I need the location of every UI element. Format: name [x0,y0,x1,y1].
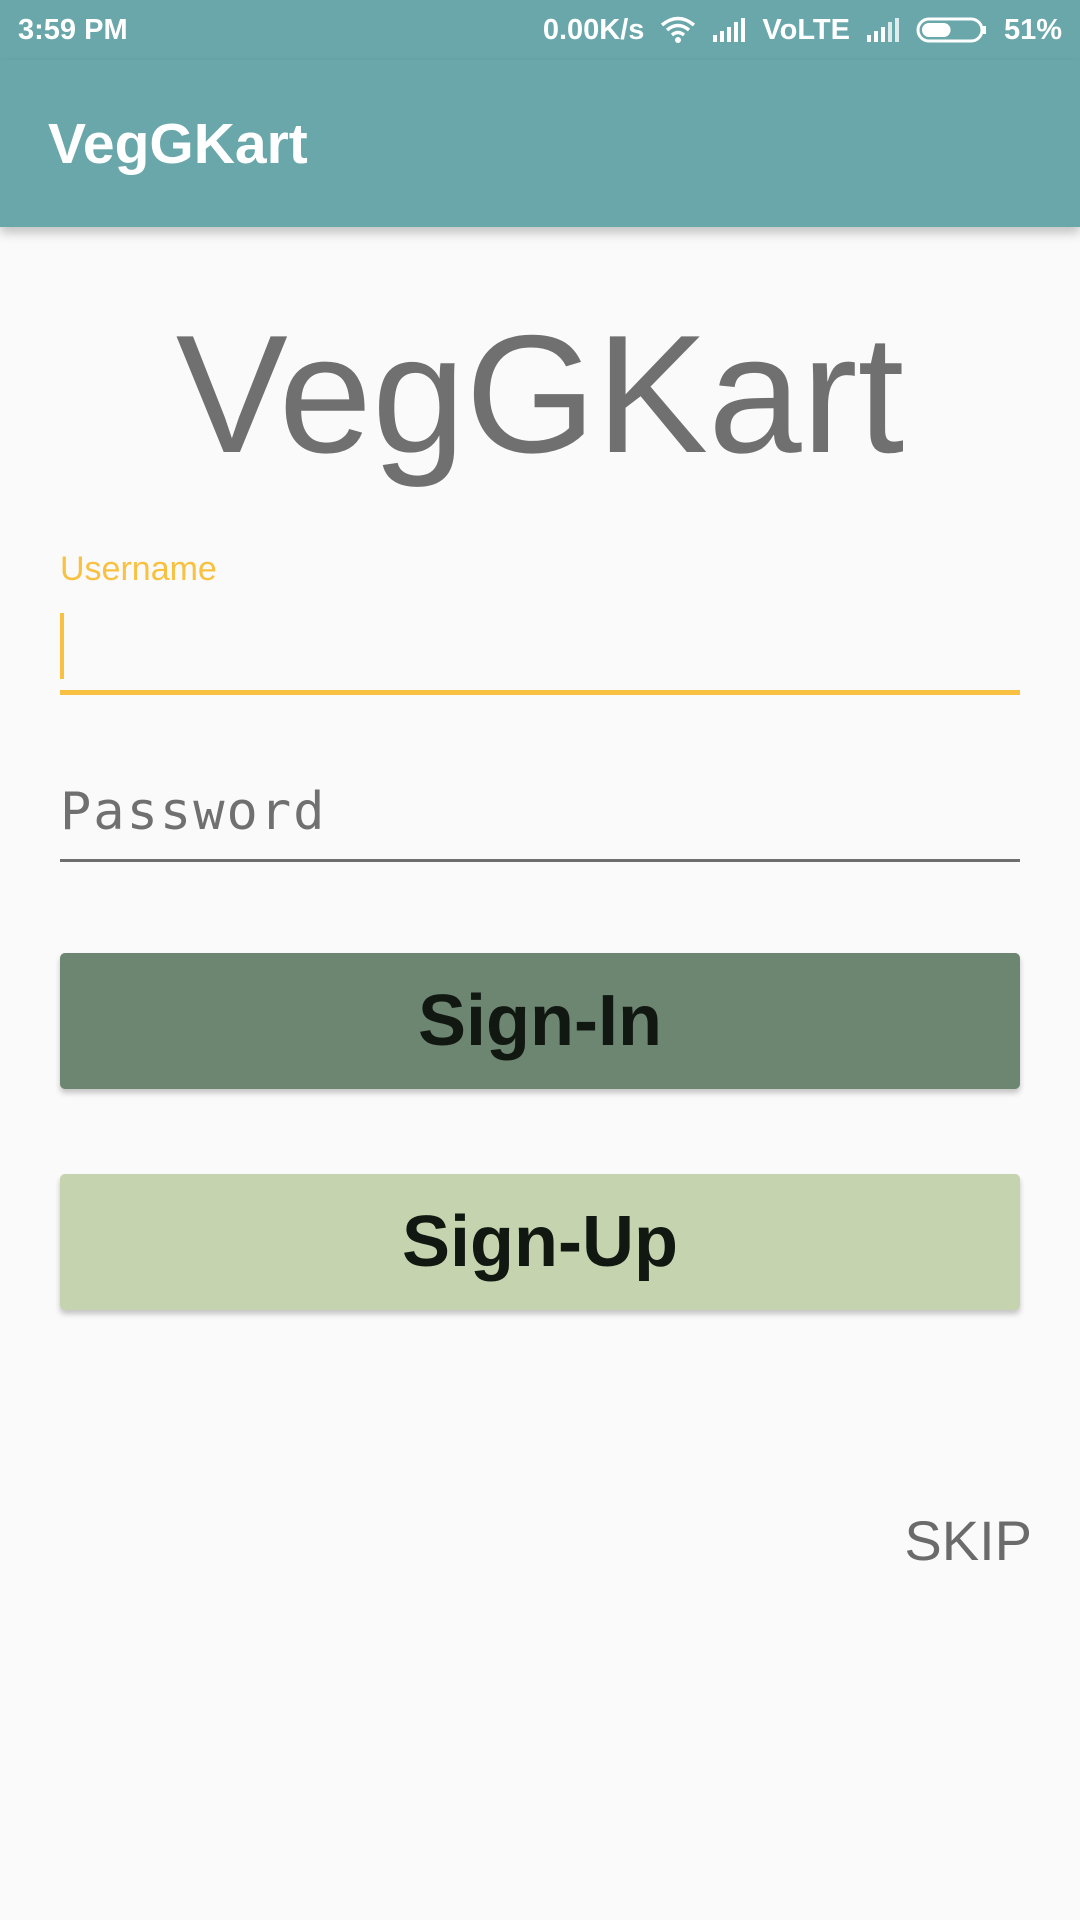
username-label: Username [60,550,217,588]
net-speed: 0.00K/s [542,13,645,46]
skip-button[interactable]: SKIP [904,1508,1032,1573]
status-time: 3:59 PM [18,13,128,46]
battery-percent: 51% [1003,13,1062,46]
sign-up-label: Sign-Up [402,1202,678,1282]
status-indicators: 0.00K/s VoLTE 51% [543,14,1062,47]
text-cursor [60,613,64,679]
sign-up-button[interactable]: Sign-Up [60,1174,1020,1310]
signal-icon [712,17,746,43]
sign-in-button[interactable]: Sign-In [60,953,1020,1089]
sign-in-label: Sign-In [418,981,662,1061]
wifi-icon [660,16,696,44]
network-type: VoLTE [762,13,850,46]
app-bar-title: VegGKart [48,111,308,176]
status-bar: 3:59 PM 0.00K/s VoLTE 51% [0,0,1080,60]
logo-title: VegGKart [175,300,905,488]
battery-icon [916,16,988,44]
password-placeholder: Password [60,782,327,842]
password-input[interactable]: Password [60,778,1020,862]
signal-icon [866,17,900,43]
username-input[interactable] [60,605,1020,695]
app-bar: VegGKart [0,60,1080,227]
